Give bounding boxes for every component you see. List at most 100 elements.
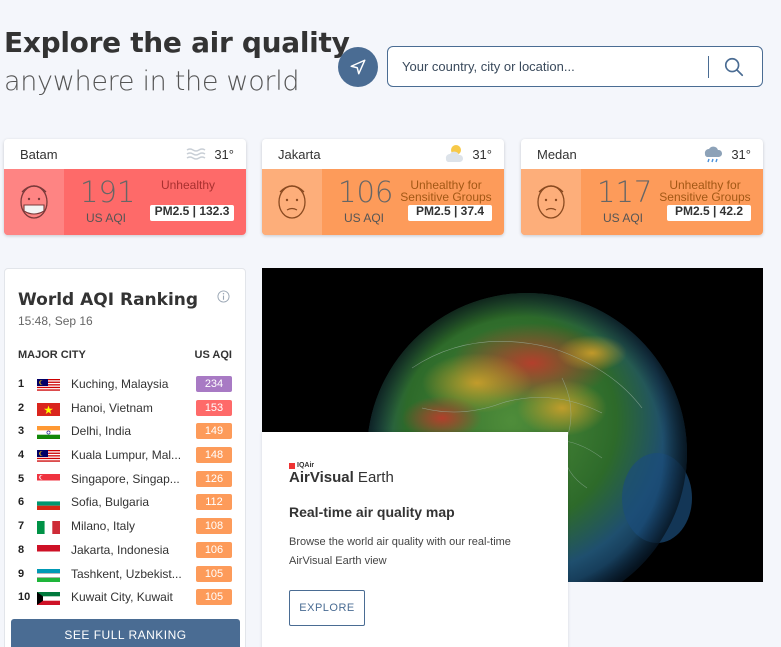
rank-aqi-badge: 106 [196,541,232,558]
search-divider [708,56,709,78]
bulgaria-flag-icon [37,497,60,511]
rank-number: 10 [18,591,31,604]
hero-title: Explore the air quality [4,26,350,59]
rank-number: 9 [18,567,25,580]
city-card-header: Batam 31° [4,139,246,169]
iqair-logo: IQAir [289,462,314,469]
haze-icon [186,148,206,160]
singapore-flag-icon [37,473,60,487]
info-icon[interactable] [217,290,230,303]
rank-aqi-badge: 149 [196,423,232,440]
face-area [521,169,581,235]
airvisual-earth-logo: AirVisual Earth [289,469,394,486]
ranking-row[interactable]: 7 Milano, Italy 108 [18,517,232,541]
rank-city: Tashkent, Uzbekist... [71,566,182,581]
city-aqi-panel: 191 US AQI Unhealthy PM2.5 | 132.3 [4,169,246,235]
rank-city: Delhi, India [71,424,132,439]
search-button[interactable] [721,54,747,80]
aqi-status: Unhealthy [160,178,216,192]
city-aqi-panel: 106 US AQI Unhealthy for Sensitive Group… [262,169,504,235]
ranking-row[interactable]: 4 Kuala Lumpur, Mal... 148 [18,446,232,470]
face-area [4,169,64,235]
city-card-header: Medan 31° [521,139,763,169]
iqair-logo-text: IQAir [297,462,315,469]
rank-number: 8 [18,543,25,556]
navigation-arrow-icon [350,59,366,75]
city-card-jakarta[interactable]: Jakarta 31° 106 US AQI Unhealthy for Sen… [262,139,504,235]
aqi-value: 106 [338,175,394,209]
explore-button[interactable]: EXPLORE [289,590,365,626]
city-temperature: 31° [214,147,234,162]
indonesia-flag-icon [37,544,60,558]
mask-face-icon [20,185,48,219]
locate-me-button[interactable] [338,47,378,87]
rank-aqi-badge: 126 [196,470,232,487]
rank-aqi-badge: 234 [196,376,232,392]
city-card-header: Jakarta 31° [262,139,504,169]
search-input[interactable] [402,47,702,86]
rank-aqi-badge: 105 [196,589,232,606]
rank-city: Kuala Lumpur, Mal... [71,448,182,463]
rank-aqi-badge: 153 [196,399,232,416]
rank-city: Milano, Italy [71,519,136,534]
ranking-time: 15:48, Sep 16 [18,314,93,328]
ranking-row[interactable]: 8 Jakarta, Indonesia 106 [18,541,232,565]
city-name: Medan [537,147,577,162]
city-aqi-panel: 117 US AQI Unhealthy for Sensitive Group… [521,169,763,235]
partly-cloudy-icon [445,145,464,162]
ranking-row[interactable]: 9 Tashkent, Uzbekist... 105 [18,565,232,589]
ranking-row[interactable]: 5 Singapore, Singap... 126 [18,470,232,494]
see-full-ranking-button[interactable]: SEE FULL RANKING [11,619,240,647]
kuwait-flag-icon [37,592,60,606]
pm25-value: PM2.5 | 37.4 [408,205,492,221]
city-temperature: 31° [731,147,751,162]
india-flag-icon [37,426,60,440]
rank-number: 2 [18,401,25,414]
search-icon [724,57,744,77]
rank-city: Sofia, Bulgaria [71,495,150,510]
pm25-value: PM2.5 | 42.2 [667,205,751,221]
aqi-unit: US AQI [86,211,127,225]
ranking-row[interactable]: 6 Sofia, Bulgaria 112 [18,493,232,517]
column-header-aqi: US AQI [194,349,233,361]
vietnam-flag-icon [37,402,60,416]
aqi-unit: US AQI [344,211,385,225]
ranking-row[interactable]: 10 Kuwait City, Kuwait 105 [18,588,232,612]
rank-aqi-badge: 112 [196,494,232,511]
rain-icon [704,146,723,163]
rank-number: 7 [18,520,25,533]
face-icon [537,185,565,219]
rank-city: Kuching, Malaysia [71,377,169,391]
ranking-row[interactable]: 3 Delhi, India 149 [18,422,232,446]
city-card-medan[interactable]: Medan 31° 117 US AQI Unhealthy for Sensi… [521,139,763,235]
earth-card-description: Browse the world air quality with our re… [289,536,511,567]
rank-number: 3 [18,425,25,438]
ranking-list: 1 Kuching, Malaysia 234 2 Hanoi, Vietnam… [18,375,232,612]
rank-number: 6 [18,496,25,509]
search-box [387,46,763,87]
city-name: Batam [20,147,58,162]
rank-city: Kuwait City, Kuwait [71,590,173,605]
city-temperature: 31° [472,147,492,162]
world-aqi-ranking: World AQI Ranking 15:48, Sep 16 MAJOR CI… [4,268,246,647]
rank-number: 4 [18,449,25,462]
face-area [262,169,322,235]
hero-subtitle: anywhere in the world [4,66,300,97]
ranking-row[interactable]: 1 Kuching, Malaysia 234 [18,375,232,399]
aqi-value: 117 [597,175,653,209]
rank-number: 5 [18,472,25,485]
earth-card-title: Real-time air quality map [289,504,455,520]
pm25-value: PM2.5 | 132.3 [150,205,234,221]
rank-aqi-badge: 105 [196,565,232,582]
malaysia-flag-icon [37,450,60,464]
aqi-status: Unhealthy for Sensitive Groups [659,178,751,204]
italy-flag-icon [37,521,60,535]
rank-number: 1 [18,378,25,390]
city-name: Jakarta [278,147,321,162]
uzbekistan-flag-icon [37,568,60,582]
rank-aqi-badge: 108 [196,518,232,535]
ranking-row[interactable]: 2 Hanoi, Vietnam 153 [18,399,232,423]
city-card-batam[interactable]: Batam 31° 191 US AQI Unhealthy PM2.5 | 1… [4,139,246,235]
rank-aqi-badge: 148 [196,447,232,464]
ranking-title: World AQI Ranking [18,290,199,310]
